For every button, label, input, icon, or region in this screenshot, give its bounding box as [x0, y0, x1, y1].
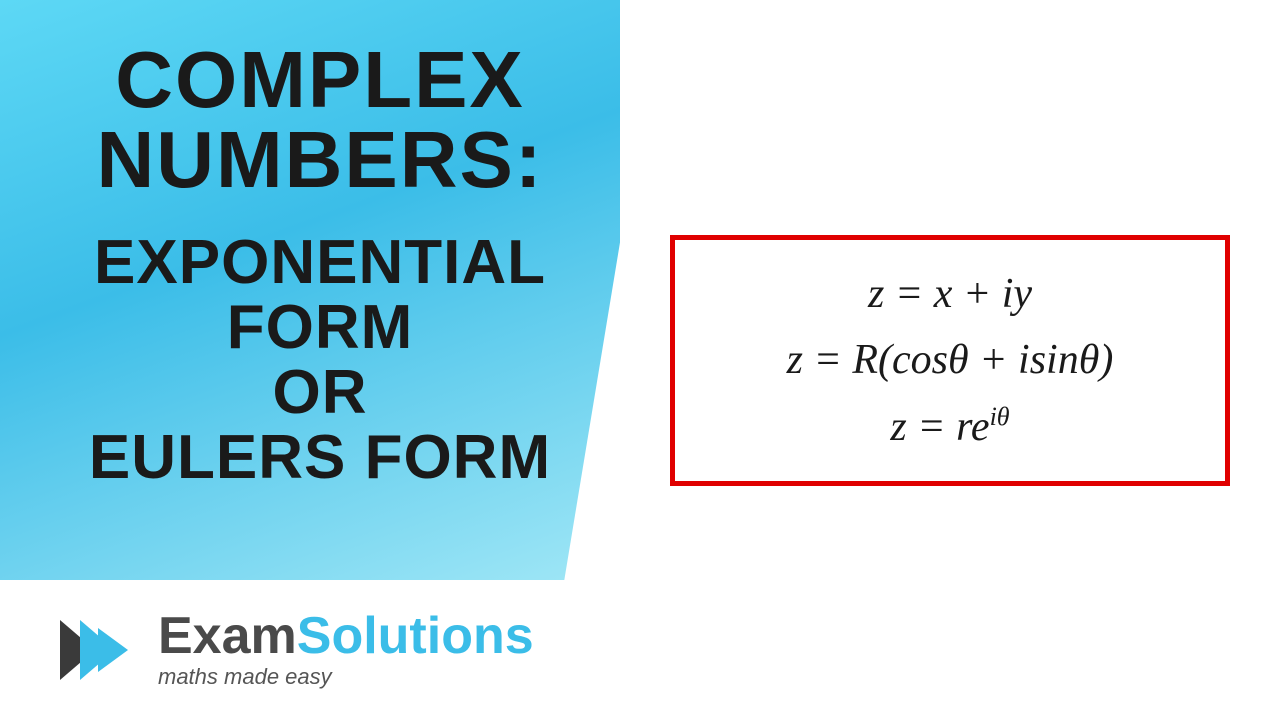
bottom-area: ExamSolutions maths made easy: [0, 580, 660, 720]
subtitle-block: EXPONENTIAL FORM OR EULERS FORM: [20, 230, 620, 490]
logo-solutions: Solutions: [297, 607, 534, 665]
formula-line-2: z = R(cosθ + isinθ): [787, 336, 1114, 384]
logo-text-block: ExamSolutions maths made easy: [158, 610, 534, 690]
title-complex: COMPLEX: [20, 40, 620, 120]
subtitle-line2: OR: [20, 360, 620, 425]
formula-line-3: z = reiθ: [890, 402, 1009, 451]
formula-1-text: z = x + iy: [868, 271, 1032, 317]
subtitle-line3: EULERS FORM: [20, 425, 620, 490]
main-container: COMPLEX NUMBERS: EXPONENTIAL FORM OR EUL…: [0, 0, 1280, 720]
left-panel: COMPLEX NUMBERS: EXPONENTIAL FORM OR EUL…: [0, 0, 660, 600]
subtitle-line1: EXPONENTIAL FORM: [20, 230, 620, 360]
right-panel: z = x + iy z = R(cosθ + isinθ) z = reiθ: [620, 0, 1280, 720]
formula-box: z = x + iy z = R(cosθ + isinθ) z = reiθ: [670, 235, 1230, 486]
logo-area: ExamSolutions maths made easy: [60, 610, 534, 690]
formula-3-text: z = reiθ: [890, 404, 1009, 450]
logo-exam: Exam: [158, 607, 297, 665]
logo-icon: [60, 610, 140, 690]
title-numbers: NUMBERS:: [20, 120, 620, 200]
formula-line-1: z = x + iy: [868, 270, 1032, 318]
logo-main: ExamSolutions: [158, 610, 534, 662]
formula-2-text: z = R(cosθ + isinθ): [787, 337, 1114, 383]
logo-tagline: maths made easy: [158, 664, 534, 690]
